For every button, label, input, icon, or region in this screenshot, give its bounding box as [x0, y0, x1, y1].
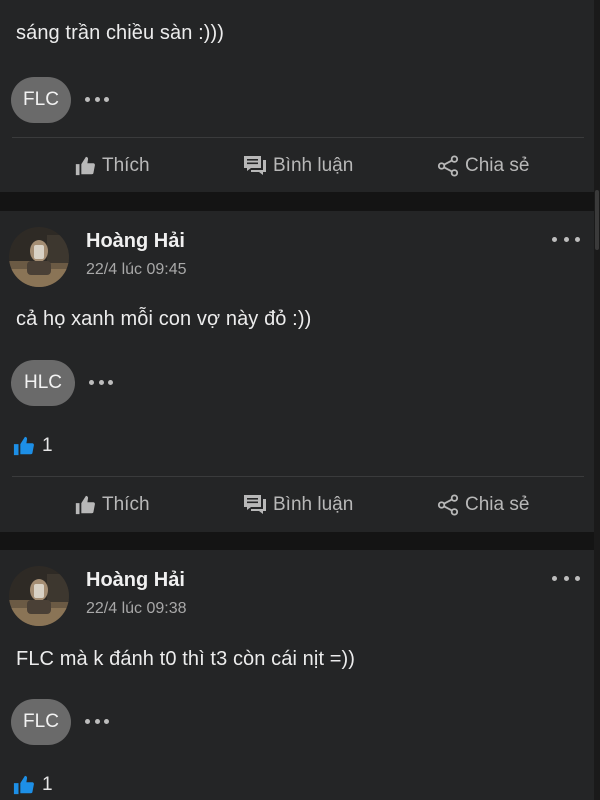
scrollbar[interactable] [594, 0, 600, 800]
post-timestamp: 22/4 lúc 09:45 [86, 261, 187, 278]
share-label: Chia sẻ [465, 155, 530, 176]
tag-more-icon[interactable] [89, 377, 113, 387]
post-action-bar: Thích Bình luận Chia sẻ [0, 477, 594, 533]
like-button[interactable]: Thích [74, 477, 150, 533]
post-options-icon[interactable] [552, 568, 580, 588]
like-count: 1 [42, 435, 53, 456]
thumbs-up-icon [75, 495, 95, 515]
stock-tag-chip[interactable]: FLC [11, 77, 71, 123]
comment-button[interactable]: Bình luận [243, 477, 353, 533]
post-text: FLC mà k đánh t0 thì t3 còn cái nịt =)) [16, 648, 356, 670]
share-icon [437, 494, 459, 516]
author-name[interactable]: Hoàng Hải [86, 569, 185, 592]
tag-more-icon[interactable] [85, 716, 109, 726]
stock-tag-chip[interactable]: FLC [11, 699, 71, 745]
thumbs-up-icon [75, 156, 95, 176]
like-button[interactable]: Thích [74, 138, 150, 194]
post-header: Hoàng Hải 22/4 lúc 09:45 [0, 211, 594, 291]
post-text: sáng trần chiều sàn :))) [16, 22, 225, 44]
avatar[interactable] [9, 566, 69, 626]
comment-button[interactable]: Bình luận [243, 138, 353, 194]
like-label: Thích [102, 155, 150, 176]
comment-icon [244, 495, 266, 514]
post-options-icon[interactable] [552, 229, 580, 249]
comment-icon [244, 156, 266, 175]
comment-label: Bình luận [273, 494, 354, 515]
post-card-1: sáng trần chiều sàn :))) FLC Thích Bình … [0, 0, 594, 192]
post-card-3: Hoàng Hải 22/4 lúc 09:38 FLC mà k đánh t… [0, 550, 594, 800]
share-label: Chia sẻ [465, 494, 530, 515]
comment-label: Bình luận [273, 155, 354, 176]
like-label: Thích [102, 494, 150, 515]
stock-tag-chip[interactable]: HLC [11, 360, 75, 406]
share-button[interactable]: Chia sẻ [437, 477, 529, 533]
post-card-2: Hoàng Hải 22/4 lúc 09:45 cả họ xanh mỗi … [0, 211, 594, 532]
post-text: cả họ xanh mỗi con vợ này đỏ :)) [16, 308, 312, 330]
like-reaction-icon [13, 775, 34, 795]
share-icon [437, 155, 459, 177]
scrollbar-thumb[interactable] [595, 190, 599, 250]
post-timestamp: 22/4 lúc 09:38 [86, 600, 187, 617]
like-reaction-icon [13, 436, 34, 456]
share-button[interactable]: Chia sẻ [437, 138, 529, 194]
like-count: 1 [42, 774, 53, 795]
author-name[interactable]: Hoàng Hải [86, 230, 185, 253]
tag-more-icon[interactable] [85, 94, 109, 104]
post-action-bar: Thích Bình luận Chia sẻ [0, 138, 594, 194]
reaction-summary[interactable]: 1 [12, 435, 53, 457]
post-header: Hoàng Hải 22/4 lúc 09:38 [0, 550, 594, 630]
reaction-summary[interactable]: 1 [12, 774, 53, 796]
avatar[interactable] [9, 227, 69, 287]
news-feed: sáng trần chiều sàn :))) FLC Thích Bình … [0, 0, 600, 800]
